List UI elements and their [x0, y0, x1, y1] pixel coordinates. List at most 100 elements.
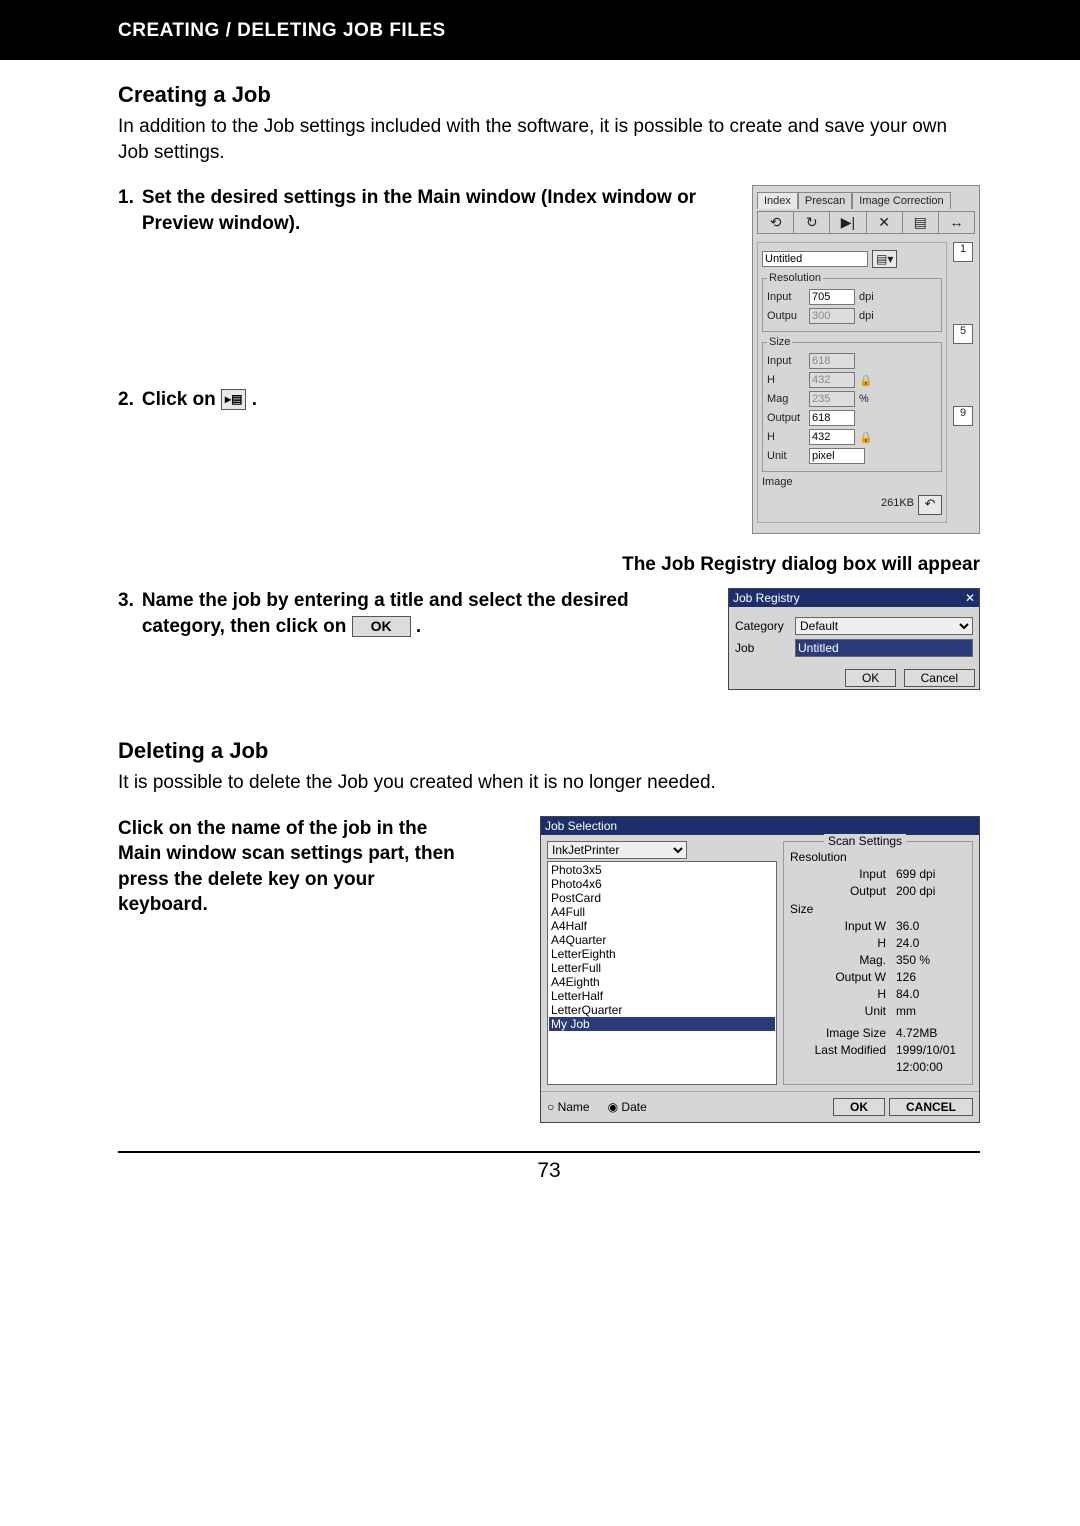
unit-field[interactable]: [809, 448, 865, 464]
job-list[interactable]: Photo3x5 Photo4x6 PostCard A4Full A4Half…: [547, 861, 777, 1085]
ss-v: 1999/10/01: [896, 1043, 966, 1057]
list-item[interactable]: Photo4x6: [549, 877, 775, 891]
ss-v: 699 dpi: [896, 867, 966, 881]
toolbar-btn-1[interactable]: ⟲: [758, 212, 794, 233]
job-selection-dialog: Job Selection InkJetPrinter Photo3x5 Pho…: [540, 816, 980, 1123]
creating-intro: In addition to the Job settings included…: [118, 114, 980, 165]
ss-res-label: Resolution: [790, 850, 966, 864]
ss-k: [790, 1060, 896, 1074]
registry-ok-button[interactable]: OK: [845, 669, 896, 687]
list-item[interactable]: LetterQuarter: [549, 1003, 775, 1017]
ss-v: 4.72MB: [896, 1026, 966, 1040]
tab-image-correction[interactable]: Image Correction: [852, 192, 950, 209]
close-icon[interactable]: ✕: [965, 591, 975, 605]
toolbar-btn-6[interactable]: ↔: [939, 212, 974, 233]
toolbar-btn-5[interactable]: ▤: [903, 212, 939, 233]
ss-v: mm: [896, 1004, 966, 1018]
toolbar-btn-4[interactable]: ✕: [867, 212, 903, 233]
list-item[interactable]: Photo3x5: [549, 863, 775, 877]
mag-field[interactable]: [809, 391, 855, 407]
page-number: 73: [118, 1159, 980, 1203]
res-input-label: Input: [767, 291, 805, 303]
ss-k: Output: [790, 884, 896, 898]
list-item[interactable]: A4Eighth: [549, 975, 775, 989]
ss-v: 24.0: [896, 936, 966, 950]
tab-index[interactable]: Index: [757, 192, 798, 209]
ss-k: Image Size: [790, 1026, 896, 1040]
sort-date-radio[interactable]: Date: [608, 1100, 647, 1114]
resolution-fieldset: Resolution Input dpi Outpu dpi: [762, 272, 942, 332]
jobsel-cancel-button[interactable]: CANCEL: [889, 1098, 973, 1116]
panel-toolbar: ⟲ ↻ ▶| ✕ ▤ ↔: [757, 211, 975, 234]
sort-name-radio[interactable]: Name: [547, 1100, 590, 1114]
mag-unit: %: [859, 393, 869, 405]
scan-settings-heading: Scan Settings: [824, 834, 906, 848]
ss-k: H: [790, 936, 896, 950]
ss-v: 350 %: [896, 953, 966, 967]
lock-icon-2[interactable]: 🔒: [859, 431, 873, 444]
ok-button-inline: OK: [352, 616, 411, 637]
list-item-selected[interactable]: My Job: [549, 1017, 775, 1031]
deleting-instruction: Click on the name of the job in the Main…: [118, 816, 458, 919]
size-input-field[interactable]: [809, 353, 855, 369]
jobsel-category-select[interactable]: InkJetPrinter: [547, 841, 687, 859]
image-label: Image: [762, 476, 800, 488]
toolbar-btn-2[interactable]: ↻: [794, 212, 830, 233]
size-h2-field[interactable]: [809, 429, 855, 445]
mag-label: Mag: [767, 393, 805, 405]
scan-settings-box: Scan Settings Resolution Input699 dpi Ou…: [783, 841, 973, 1085]
ss-size-label: Size: [790, 902, 966, 916]
job-dropdown-icon[interactable]: ▤▾: [872, 250, 897, 268]
size-legend: Size: [767, 336, 792, 348]
tab-prescan[interactable]: Prescan: [798, 192, 852, 209]
thumb-5[interactable]: 5: [953, 324, 973, 344]
registry-cancel-button[interactable]: Cancel: [904, 669, 975, 687]
step2-number: 2.: [118, 387, 134, 413]
ss-v: 36.0: [896, 919, 966, 933]
ss-v: 84.0: [896, 987, 966, 1001]
scan-settings-panel: Index Prescan Image Correction ⟲ ↻ ▶| ✕ …: [752, 185, 980, 534]
res-output-field[interactable]: [809, 308, 855, 324]
size-h1-field[interactable]: [809, 372, 855, 388]
size-fieldset: Size Input H🔒 Mag% Output H🔒 Unit: [762, 336, 942, 472]
job-label: Job: [735, 641, 789, 655]
size-output-label: Output: [767, 412, 805, 424]
deleting-heading: Deleting a Job: [118, 738, 980, 764]
job-name-input[interactable]: [795, 639, 973, 657]
size-output-field[interactable]: [809, 410, 855, 426]
footer-rule: [118, 1151, 980, 1153]
ss-k: Input: [790, 867, 896, 881]
step2-pre: Click on: [142, 389, 216, 410]
reset-icon[interactable]: ↶: [918, 495, 942, 515]
list-item[interactable]: A4Full: [549, 905, 775, 919]
toolbar-btn-3[interactable]: ▶|: [830, 212, 866, 233]
res-input-field[interactable]: [809, 289, 855, 305]
ss-k: H: [790, 987, 896, 1001]
ss-v: 12:00:00: [896, 1060, 966, 1074]
unit-label: Unit: [767, 450, 805, 462]
job-registry-dialog: Job Registry ✕ Category Default Job OK C…: [728, 588, 980, 690]
resolution-legend: Resolution: [767, 272, 823, 284]
list-item[interactable]: LetterFull: [549, 961, 775, 975]
category-select[interactable]: Default: [795, 617, 973, 635]
deleting-intro: It is possible to delete the Job you cre…: [118, 770, 980, 796]
jobsel-ok-button[interactable]: OK: [833, 1098, 885, 1116]
panel-tabs: Index Prescan Image Correction: [757, 192, 975, 209]
ss-k: Unit: [790, 1004, 896, 1018]
ss-v: 126: [896, 970, 966, 984]
list-item[interactable]: A4Half: [549, 919, 775, 933]
lock-icon-1[interactable]: 🔒: [859, 374, 873, 387]
res-output-unit: dpi: [859, 310, 874, 322]
thumb-1[interactable]: 1: [953, 242, 973, 262]
step1-number: 1.: [118, 185, 134, 236]
creating-heading: Creating a Job: [118, 82, 980, 108]
thumb-9[interactable]: 9: [953, 406, 973, 426]
res-output-label: Outpu: [767, 310, 805, 322]
registry-title: Job Registry: [733, 591, 800, 605]
list-item[interactable]: LetterHalf: [549, 989, 775, 1003]
list-item[interactable]: LetterEighth: [549, 947, 775, 961]
list-item[interactable]: PostCard: [549, 891, 775, 905]
job-name-field[interactable]: [762, 251, 868, 267]
list-item[interactable]: A4Quarter: [549, 933, 775, 947]
category-label: Category: [735, 619, 789, 633]
